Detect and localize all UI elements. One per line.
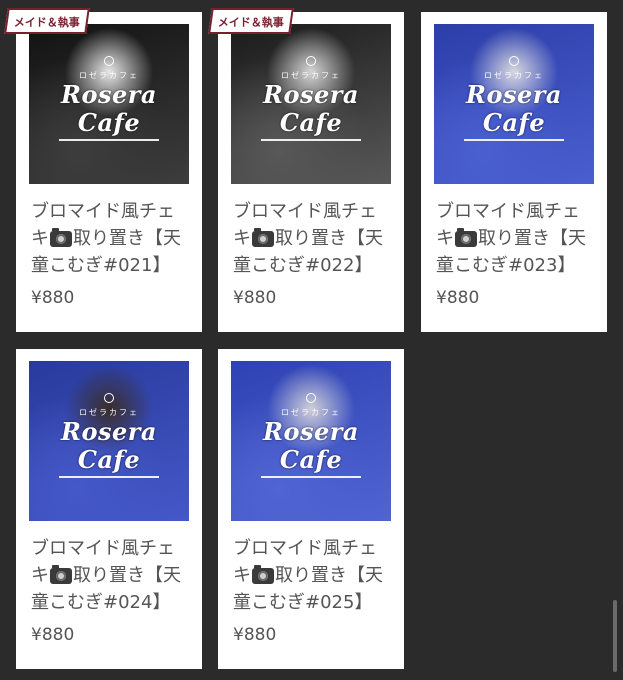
photo-background [29,24,189,184]
camera-icon [50,565,72,584]
photo-background [434,24,594,184]
camera-icon [455,228,477,247]
product-title[interactable]: ブロマイド風チェキ 取り置き【天童こむぎ#021】 [31,198,191,279]
product-price: ¥880 [233,625,277,645]
product-image[interactable]: ロゼラカフェ Rosera Cafe [231,24,391,184]
product-image[interactable]: ロゼラカフェ Rosera Cafe [231,361,391,521]
product-price: ¥880 [436,288,480,308]
badge-label: メイド＆執事 [217,16,284,29]
product-image[interactable]: ロゼラカフェ Rosera Cafe [29,361,189,521]
product-grid: ロゼラカフェ Rosera Cafe ブロマイド風チェキ 取り置き【天童こむぎ#0… [0,0,623,680]
camera-icon [252,565,274,584]
photo-background [231,24,391,184]
crest-icon [306,56,316,66]
product-title[interactable]: ブロマイド風チェキ 取り置き【天童こむぎ#023】 [436,198,596,279]
crest-icon [104,56,114,66]
badge-label: メイド＆執事 [13,16,80,29]
crest-icon [509,56,519,66]
product-card[interactable]: ロゼラカフェ Rosera Cafe ブロマイド風チェキ 取り置き【天童こむぎ#0… [218,349,404,669]
product-card[interactable]: ロゼラカフェ Rosera Cafe ブロマイド風チェキ 取り置き【天童こむぎ#0… [421,12,607,332]
product-image[interactable]: ロゼラカフェ Rosera Cafe [29,24,189,184]
product-title[interactable]: ブロマイド風チェキ 取り置き【天童こむぎ#024】 [31,535,191,616]
product-price: ¥880 [31,625,75,645]
product-price: ¥880 [31,288,75,308]
scrollbar[interactable] [613,600,617,672]
product-title[interactable]: ブロマイド風チェキ 取り置き【天童こむぎ#025】 [233,535,393,616]
product-card[interactable]: ロゼラカフェ Rosera Cafe ブロマイド風チェキ 取り置き【天童こむぎ#0… [218,12,404,332]
category-badge: メイド＆執事 [4,8,90,34]
product-title[interactable]: ブロマイド風チェキ 取り置き【天童こむぎ#022】 [233,198,393,279]
product-image[interactable]: ロゼラカフェ Rosera Cafe [434,24,594,184]
crest-icon [104,393,114,403]
category-badge: メイド＆執事 [208,8,294,34]
crest-icon [306,393,316,403]
photo-background [231,361,391,521]
camera-icon [50,228,72,247]
product-price: ¥880 [233,288,277,308]
product-card[interactable]: ロゼラカフェ Rosera Cafe ブロマイド風チェキ 取り置き【天童こむぎ#0… [16,12,202,332]
photo-background [29,361,189,521]
camera-icon [252,228,274,247]
product-card[interactable]: ロゼラカフェ Rosera Cafe ブロマイド風チェキ 取り置き【天童こむぎ#0… [16,349,202,669]
